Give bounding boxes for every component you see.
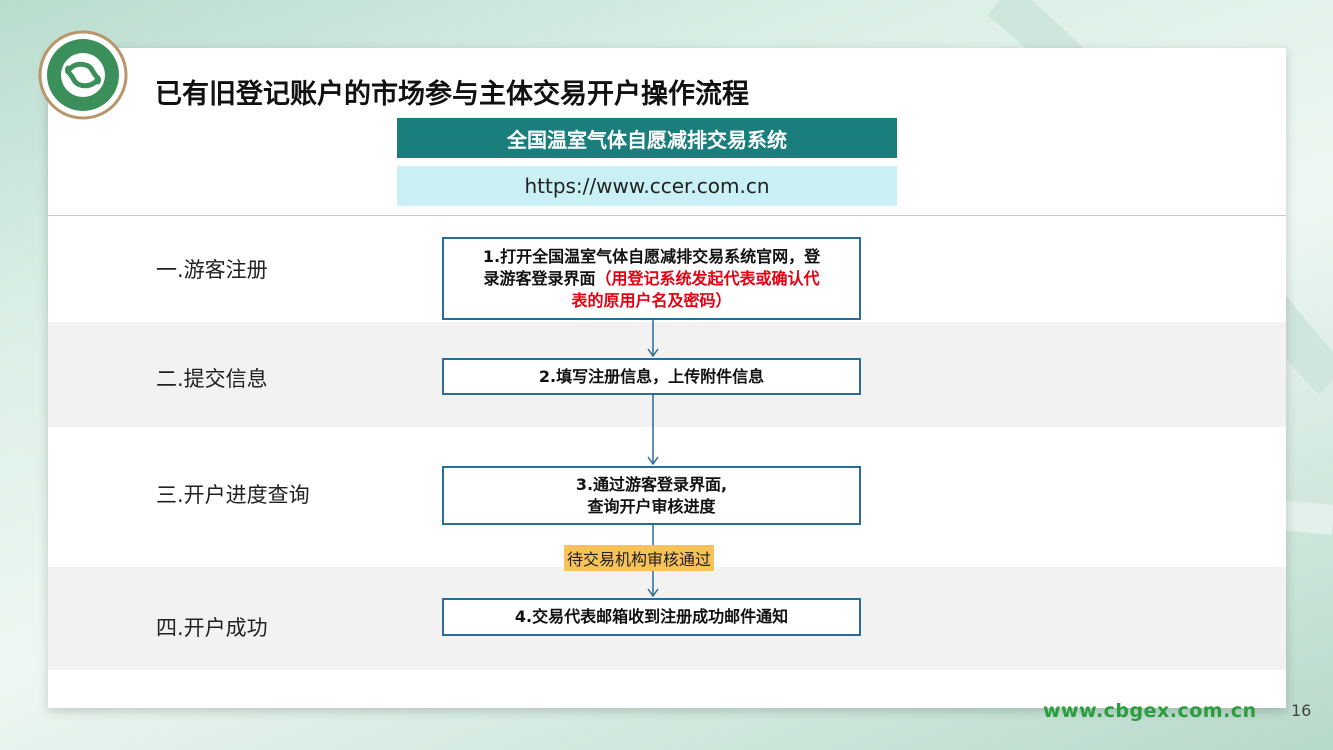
step-3-line1: 3.通过游客登录界面,	[575, 474, 728, 494]
step-1-line1: 1.打开全国温室气体自愿减排交易系统官网，登	[482, 246, 821, 266]
step-3-box: 3.通过游客登录界面, 查询开户审核进度	[442, 466, 861, 525]
step-2-text: 2.填写注册信息，上传附件信息	[538, 366, 765, 386]
exchange-logo-icon	[38, 30, 128, 120]
step-4-text: 4.交易代表邮箱收到注册成功邮件通知	[514, 607, 789, 626]
stage-label-register: 一.游客注册	[156, 258, 268, 282]
step-1-text: 录游客登录界面	[483, 268, 596, 288]
step-1-highlight-b: 表的原用户名及密码）	[571, 290, 732, 310]
stage-label-submit: 二.提交信息	[156, 367, 268, 391]
step-1-box: 1.打开全国温室气体自愿减排交易系统官网，登 录游客登录界面（用登记系统发起代表…	[442, 237, 861, 320]
system-name-banner: 全国温室气体自愿减排交易系统	[397, 118, 897, 158]
stage-label-progress: 三.开户进度查询	[156, 483, 310, 507]
footer-website: www.cbgex.com.cn	[1043, 700, 1257, 722]
header-divider	[48, 215, 1286, 216]
arrow-down-icon	[647, 395, 659, 466]
system-url-banner: https://www.ccer.com.cn	[397, 166, 897, 206]
review-note: 待交易机构审核通过	[564, 545, 715, 571]
stage-label-success: 四.开户成功	[156, 616, 268, 640]
step-2-box: 2.填写注册信息，上传附件信息	[442, 358, 861, 395]
step-4-box: 4.交易代表邮箱收到注册成功邮件通知	[442, 598, 861, 636]
arrow-down-icon	[647, 320, 659, 358]
slide-card: 已有旧登记账户的市场参与主体交易开户操作流程 全国温室气体自愿减排交易系统 ht…	[48, 48, 1286, 708]
step-1-line2: 录游客登录界面（用登记系统发起代表或确认代	[483, 268, 819, 290]
page-number: 16	[1291, 701, 1312, 720]
step-1-highlight-a: （用登记系统发起代表或确认代	[595, 268, 820, 288]
step-3-line2: 查询开户审核进度	[587, 496, 716, 516]
page-title: 已有旧登记账户的市场参与主体交易开户操作流程	[155, 79, 749, 110]
